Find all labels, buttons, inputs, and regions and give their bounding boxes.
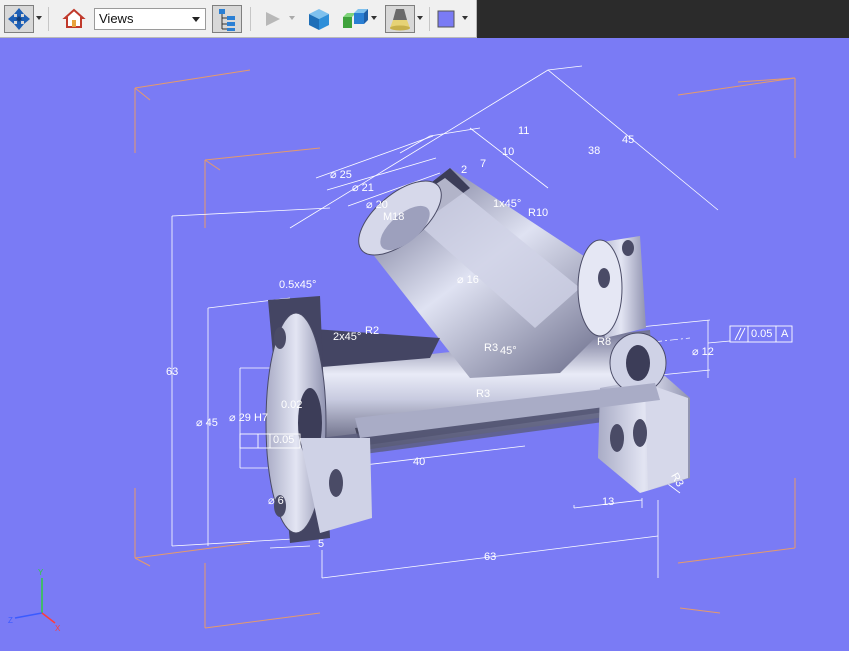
cross-section-dropdown-arrow-icon[interactable] xyxy=(371,16,377,20)
dim-r3-upper: R3 xyxy=(484,342,499,354)
dim-dia-29-h7: ⌀ 29 H7 xyxy=(229,412,269,424)
cross-section-icon xyxy=(343,9,368,28)
model-tree-button[interactable] xyxy=(212,5,242,33)
dim-dia-21: ⌀ 21 xyxy=(352,182,374,194)
datum-a-label: A xyxy=(781,328,789,340)
dim-63-bottom: 63 xyxy=(484,551,497,563)
dim-tolerance-002: 0.02 xyxy=(281,399,303,411)
play-animation-button[interactable] xyxy=(258,5,286,33)
cube-icon xyxy=(309,9,329,30)
dim-dia-25: ⌀ 25 xyxy=(330,169,352,181)
dim-chamfer-05x45: 0.5x45° xyxy=(279,279,317,291)
spotlight-icon xyxy=(390,9,410,31)
background-color-button[interactable] xyxy=(436,5,458,33)
views-select-value: Views xyxy=(99,11,134,26)
dim-chamfer-1x45: 1x45° xyxy=(493,198,522,210)
chevron-down-icon xyxy=(192,17,200,22)
play-icon xyxy=(266,12,280,26)
dim-63-left: 63 xyxy=(166,366,179,378)
dim-chamfer-2x45: 2x45° xyxy=(333,331,362,343)
dim-dia-45: ⌀ 45 xyxy=(196,417,218,429)
dim-45-top: 45 xyxy=(622,134,635,146)
toolbar: Views xyxy=(0,0,477,38)
navigation-mode-button[interactable] xyxy=(4,5,34,33)
views-select[interactable]: Views xyxy=(94,8,206,30)
dim-dia-6: ⌀ 6 xyxy=(268,495,284,507)
dim-13: 13 xyxy=(602,496,615,508)
dim-m18: M18 xyxy=(383,211,405,223)
parallelism-tolerance: 0.05 xyxy=(751,328,773,340)
dim-10: 10 xyxy=(502,146,515,158)
y-axis-label: Y xyxy=(38,568,44,577)
dim-box-005: 0.05 xyxy=(273,434,295,446)
home-view-button[interactable] xyxy=(60,5,88,33)
dim-r3-lower: R3 xyxy=(476,388,491,400)
lighting-dropdown-arrow-icon[interactable] xyxy=(417,16,423,20)
toolbar-separator xyxy=(250,7,251,31)
dim-dia-16: ⌀ 16 xyxy=(457,274,479,286)
dim-5: 5 xyxy=(318,538,325,550)
cross-section-button[interactable] xyxy=(340,5,370,33)
z-axis-label: Z xyxy=(8,616,13,625)
color-swatch-icon xyxy=(437,10,455,28)
model-canvas[interactable]: Y Z X xyxy=(0,38,849,651)
render-mode-button[interactable] xyxy=(304,5,334,33)
dim-dia-12: ⌀ 12 xyxy=(692,346,714,358)
lighting-button[interactable] xyxy=(385,5,415,33)
dim-r2: R2 xyxy=(365,325,380,337)
move-arrows-icon xyxy=(8,8,30,30)
pipe-body xyxy=(265,168,690,543)
dim-7: 7 xyxy=(480,158,487,170)
dim-dia-20: ⌀ 20 xyxy=(366,199,388,211)
axis-triad: Y Z X xyxy=(8,568,61,633)
dim-r10: R10 xyxy=(528,207,549,219)
play-dropdown-arrow-icon[interactable] xyxy=(289,16,295,20)
navigation-dropdown-arrow-icon[interactable] xyxy=(36,16,42,20)
dim-11: 11 xyxy=(518,125,530,137)
dim-40: 40 xyxy=(413,456,426,468)
dim-38: 38 xyxy=(588,145,601,157)
3d-viewport[interactable]: Y Z X 63 45 38 11 10 7 2 ⌀ 25 ⌀ 21 ⌀ 20 … xyxy=(0,38,849,651)
tree-icon xyxy=(219,9,235,31)
dim-r8: R8 xyxy=(597,336,612,348)
dim-2: 2 xyxy=(461,164,468,176)
dim-angle-45: 45° xyxy=(500,345,517,357)
toolbar-separator xyxy=(48,7,49,31)
toolbar-separator xyxy=(429,7,430,31)
x-axis-label: X xyxy=(55,624,61,633)
home-icon xyxy=(62,8,86,28)
background-color-dropdown-arrow-icon[interactable] xyxy=(462,16,468,20)
